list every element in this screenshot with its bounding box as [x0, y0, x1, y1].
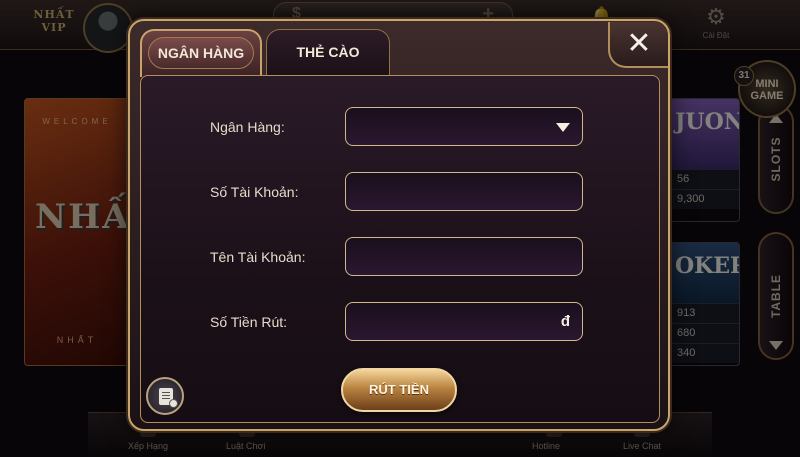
tab-label: THẺ CÀO [296, 44, 360, 60]
tab-scratch-card[interactable]: THẺ CÀO [266, 29, 390, 77]
account-number-label: Số Tài Khoản: [210, 184, 299, 200]
withdraw-button[interactable]: RÚT TIỀN [341, 368, 457, 412]
clock-icon [169, 399, 178, 408]
close-icon[interactable]: ✕ [608, 22, 668, 68]
bank-label: Ngân Hàng: [210, 119, 285, 135]
currency-unit: đ [560, 313, 570, 330]
tab-bank[interactable]: NGÂN HÀNG [140, 29, 262, 77]
bank-select[interactable] [345, 107, 583, 146]
withdraw-button-label: RÚT TIỀN [369, 382, 429, 397]
amount-input[interactable] [346, 303, 582, 340]
account-name-input[interactable] [346, 238, 582, 275]
account-number-input[interactable] [346, 173, 582, 210]
account-name-field[interactable] [345, 237, 583, 276]
account-number-field[interactable] [345, 172, 583, 211]
tab-label: NGÂN HÀNG [157, 45, 245, 61]
account-name-label: Tên Tài Khoản: [210, 249, 306, 265]
history-button[interactable] [146, 377, 184, 415]
amount-field[interactable]: đ [345, 302, 583, 341]
amount-label: Số Tiền Rút: [210, 314, 288, 330]
chevron-down-icon [556, 123, 570, 132]
